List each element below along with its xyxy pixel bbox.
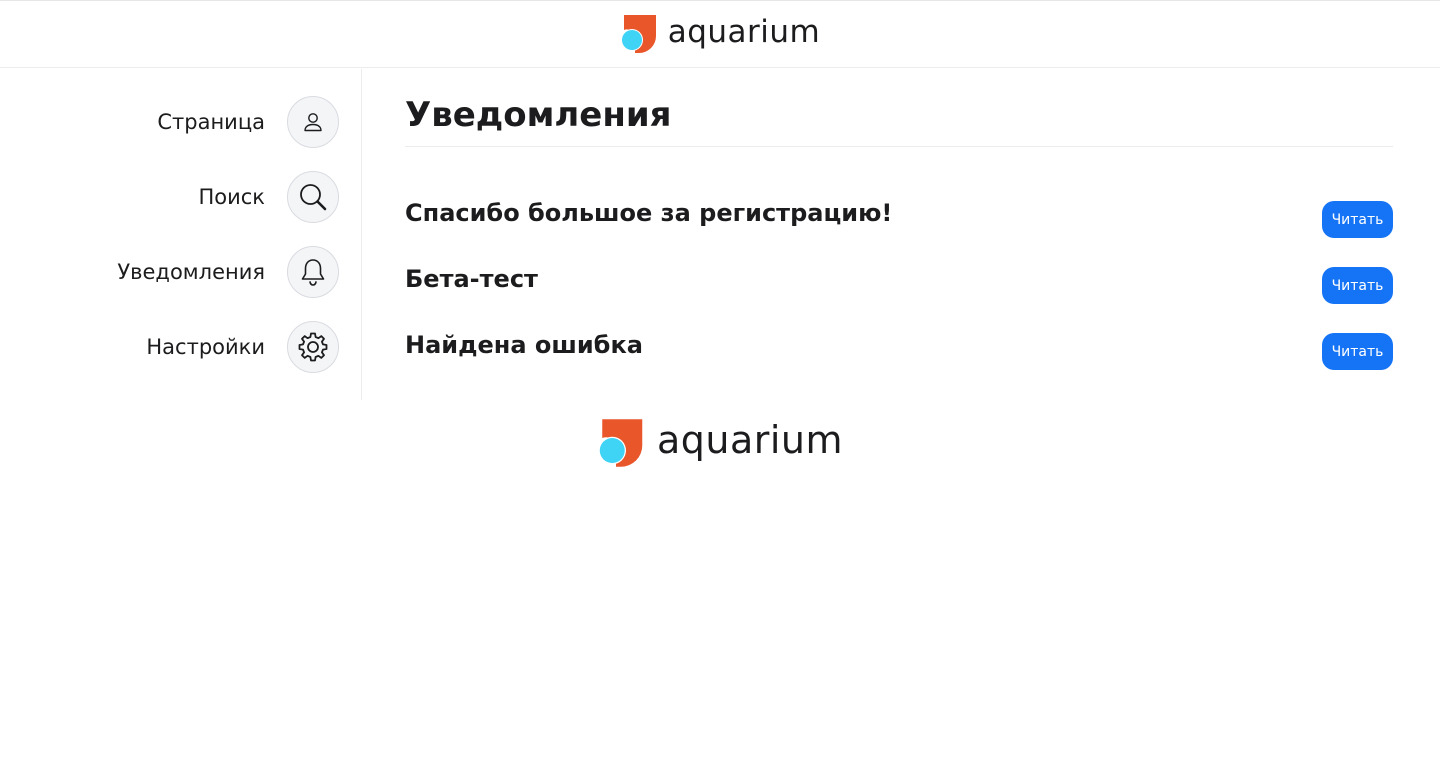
notification-item: Бета-тест Читать: [405, 247, 1393, 313]
notification-title: Бета-тест: [405, 265, 538, 293]
page-title: Уведомления: [405, 95, 672, 135]
notification-title: Спасибо большое за регистрацию!: [405, 199, 893, 227]
notifications-panel: Уведомления Спасибо большое за регистрац…: [405, 69, 1393, 379]
top-header: aquarium: [0, 0, 1440, 68]
sidebar-item-label: Настройки: [146, 335, 265, 359]
aquarium-logo-icon: [620, 14, 658, 54]
gear-icon: [287, 321, 339, 373]
sidebar-item-notifications[interactable]: Уведомления: [117, 246, 339, 298]
sidebar-item-label: Поиск: [198, 185, 265, 209]
bell-icon: [287, 246, 339, 298]
logo-wordmark: aquarium: [656, 418, 844, 462]
read-button[interactable]: Читать: [1322, 333, 1393, 370]
notification-item: Найдена ошибка Читать: [405, 313, 1393, 379]
header-logo[interactable]: aquarium: [620, 14, 821, 54]
sidebar-item-settings[interactable]: Настройки: [146, 321, 339, 373]
notification-item: Спасибо большое за регистрацию! Читать: [405, 181, 1393, 247]
sidebar-item-label: Уведомления: [117, 260, 265, 284]
footer-logo[interactable]: aquarium: [597, 418, 843, 468]
sidebar-item-search[interactable]: Поиск: [198, 171, 339, 223]
sidebar-nav: Страница Поиск Уведомления Настройки: [0, 69, 362, 400]
notification-list: Спасибо большое за регистрацию! Читать Б…: [405, 181, 1393, 379]
sidebar-item-page[interactable]: Страница: [157, 96, 339, 148]
notification-title: Найдена ошибка: [405, 331, 643, 359]
user-icon: [287, 96, 339, 148]
search-icon: [287, 171, 339, 223]
read-button[interactable]: Читать: [1322, 267, 1393, 304]
title-divider: [405, 146, 1393, 147]
logo-wordmark: aquarium: [667, 14, 821, 50]
read-button[interactable]: Читать: [1322, 201, 1393, 238]
aquarium-logo-icon: [597, 418, 645, 468]
footer: aquarium: [0, 418, 1440, 468]
sidebar-item-label: Страница: [157, 110, 265, 134]
